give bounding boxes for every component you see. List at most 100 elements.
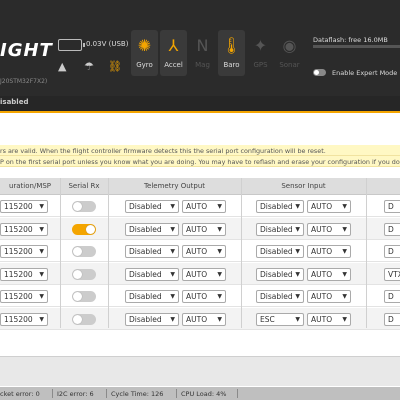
chevron-down-icon: ▼ <box>342 293 347 300</box>
sensor-select-value: Disabled <box>260 269 293 279</box>
serial-rx-toggle[interactable] <box>72 246 96 257</box>
chevron-down-icon: ▼ <box>170 315 175 323</box>
chevron-down-icon: ▼ <box>170 225 175 233</box>
peripherals-select[interactable]: D▼ <box>384 200 400 213</box>
cpu-load: CPU Load: 4% <box>181 390 227 398</box>
peripherals-select[interactable]: VTX▼ <box>384 267 400 281</box>
telemetry-select[interactable]: Disabled ▼ <box>125 200 179 213</box>
warning-icon: ▲ <box>58 60 67 73</box>
telemetry-select[interactable]: Disabled ▼ <box>125 312 179 326</box>
telemetry-select[interactable]: Disabled ▼ <box>125 267 179 281</box>
sensor-baud-select-value: AUTO <box>311 202 333 211</box>
battery-icon <box>58 39 85 51</box>
sensor-select-value: Disabled <box>260 292 293 301</box>
telemetry-select-value: Disabled <box>129 202 162 211</box>
sensor-select[interactable]: Disabled ▼ <box>256 200 304 213</box>
baro-icon: 🌡 <box>221 36 242 55</box>
telemetry-baud-select[interactable]: AUTO ▼ <box>182 200 226 213</box>
telemetry-baud-select[interactable]: AUTO ▼ <box>182 222 226 236</box>
chevron-down-icon: ▼ <box>217 270 222 278</box>
chevron-down-icon: ▼ <box>217 315 222 323</box>
sensor-label: Mag <box>195 61 210 69</box>
msp-baud-select[interactable]: 115200 ▼ <box>0 200 48 213</box>
msp-baud-select-value: 115200 <box>4 314 33 324</box>
serial-rx-toggle[interactable] <box>72 223 96 235</box>
msp-baud-select[interactable]: 115200 ▼ <box>0 222 48 236</box>
sensor-baud-select[interactable]: AUTO ▼ <box>307 267 351 281</box>
accent-divider <box>0 111 400 113</box>
sensor-baud-select-value: AUTO <box>311 292 333 301</box>
msp-baud-select[interactable]: 115200 ▼ <box>0 312 48 326</box>
telemetry-baud-select[interactable]: AUTO ▼ <box>182 245 226 258</box>
accel-icon: ⅄ <box>168 36 179 55</box>
telemetry-baud-select-value: AUTO <box>186 202 208 211</box>
msp-baud-select-value: 115200 <box>4 202 33 211</box>
telemetry-baud-select[interactable]: AUTO ▼ <box>182 267 226 281</box>
chevron-down-icon: ▼ <box>39 225 44 233</box>
msp-baud-select[interactable]: 115200 ▼ <box>0 267 48 281</box>
chevron-down-icon: ▼ <box>295 225 300 233</box>
telemetry-select-value: Disabled <box>129 247 162 256</box>
msp-baud-select[interactable]: 115200 ▼ <box>0 290 48 303</box>
status-separator <box>106 389 107 398</box>
chevron-down-icon: ▼ <box>170 293 175 300</box>
top-header: IGHT J20STM32F7X2) 0.03V (USB) ▲ ☂ ⛓ ✺ Gy… <box>0 0 400 96</box>
msp-baud-select-value: 115200 <box>4 269 33 279</box>
column-divider <box>366 178 367 328</box>
expert-mode-toggle[interactable] <box>313 69 326 76</box>
sensor-select[interactable]: Disabled ▼ <box>256 245 304 258</box>
msp-baud-select[interactable]: 115200 ▼ <box>0 245 48 258</box>
chevron-down-icon: ▼ <box>295 270 300 278</box>
sensor-select[interactable]: Disabled ▼ <box>256 222 304 236</box>
telemetry-select-value: Disabled <box>129 224 162 234</box>
peripherals-select[interactable]: D▼ <box>384 222 400 236</box>
column-divider <box>108 178 109 328</box>
column-divider <box>60 178 61 328</box>
note-msp: P on the first serial port unless you kn… <box>0 156 400 167</box>
mag-icon: N <box>196 36 209 55</box>
sensor-select[interactable]: ESC ▼ <box>256 312 304 326</box>
sensor-baud-select[interactable]: AUTO ▼ <box>307 222 351 236</box>
sonar-icon: ◉ <box>282 36 297 55</box>
telemetry-baud-select-value: AUTO <box>186 247 208 256</box>
sensor-label: Accel <box>164 61 183 69</box>
gps-icon: ✦ <box>253 36 268 55</box>
sensor-mag: N Mag <box>189 30 216 76</box>
chevron-down-icon: ▼ <box>342 315 347 323</box>
telemetry-select[interactable]: Disabled ▼ <box>125 290 179 303</box>
col-telemetry-header: Telemetry Output <box>143 182 206 190</box>
sensor-baud-select-value: AUTO <box>311 314 333 324</box>
serial-rx-toggle[interactable] <box>72 291 96 302</box>
arming-status-strip: isabled <box>0 96 400 111</box>
peripherals-select[interactable]: D▼ <box>384 245 400 258</box>
serial-rx-toggle[interactable] <box>72 313 96 325</box>
chevron-down-icon: ▼ <box>295 248 300 255</box>
status-separator <box>52 389 53 398</box>
chevron-down-icon: ▼ <box>342 248 347 255</box>
peripherals-select[interactable]: D▼ <box>384 290 400 303</box>
status-bar: cket error: 0 I2C error: 6 Cycle Time: 1… <box>0 387 400 400</box>
arming-status-text: isabled <box>0 98 29 106</box>
sensor-label: Sonar <box>279 61 300 69</box>
telemetry-baud-select[interactable]: AUTO ▼ <box>182 312 226 326</box>
sensor-select[interactable]: Disabled ▼ <box>256 267 304 281</box>
chevron-down-icon: ▼ <box>39 293 44 300</box>
sensor-select[interactable]: Disabled ▼ <box>256 290 304 303</box>
sensor-baud-select[interactable]: AUTO ▼ <box>307 200 351 213</box>
sensor-baro: 🌡 Baro <box>218 30 245 76</box>
sensor-baud-select[interactable]: AUTO ▼ <box>307 312 351 326</box>
sensor-baud-select[interactable]: AUTO ▼ <box>307 290 351 303</box>
chevron-down-icon: ▼ <box>342 225 347 233</box>
column-divider <box>241 178 242 328</box>
telemetry-select[interactable]: Disabled ▼ <box>125 222 179 236</box>
sensor-select-value: Disabled <box>260 224 293 234</box>
sensor-baud-select[interactable]: AUTO ▼ <box>307 245 351 258</box>
peripherals-select-value: D <box>388 314 394 324</box>
telemetry-baud-select[interactable]: AUTO ▼ <box>182 290 226 303</box>
status-separator <box>176 389 177 398</box>
telemetry-select[interactable]: Disabled ▼ <box>125 245 179 258</box>
gyro-icon: ✺ <box>137 36 152 55</box>
serial-rx-toggle[interactable] <box>72 201 96 212</box>
peripherals-select[interactable]: D▼ <box>384 312 400 326</box>
serial-rx-toggle[interactable] <box>72 268 96 280</box>
